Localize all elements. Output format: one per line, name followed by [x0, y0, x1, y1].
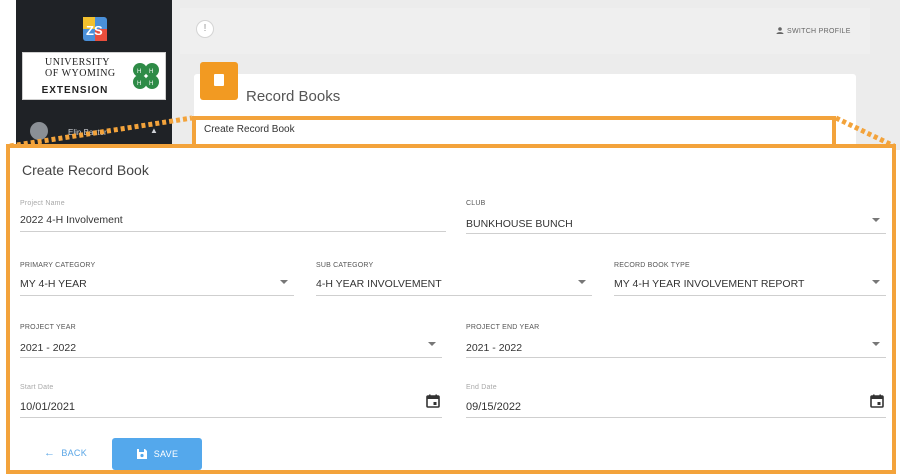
- club-label: CLUB: [466, 200, 486, 207]
- sidebar-user-name[interactable]: Elin Baxter: [68, 128, 107, 137]
- chevron-down-icon: [872, 280, 880, 284]
- primary-category-label: PRIMARY CATEGORY: [20, 262, 96, 269]
- extension-label: EXTENSION: [41, 85, 109, 96]
- start-date-underline: [20, 417, 442, 418]
- project-year-value: 2021 - 2022: [20, 342, 77, 354]
- project-name-underline: [20, 231, 446, 232]
- start-date-value: 10/01/2021: [20, 401, 76, 413]
- primary-category-underline: [20, 295, 294, 296]
- end-date-value: 09/15/2022: [466, 401, 522, 413]
- form-title: Create Record Book: [22, 162, 149, 178]
- chevron-down-icon: [872, 218, 880, 222]
- project-year-underline: [20, 357, 442, 358]
- university-line-2: OF WYOMING: [45, 68, 116, 79]
- sub-category-select[interactable]: SUB CATEGORY 4-H YEAR INVOLVEMENT: [316, 262, 592, 296]
- project-year-label: PROJECT YEAR: [20, 324, 76, 331]
- page-title: Record Books: [246, 88, 341, 105]
- project-end-year-underline: [466, 357, 886, 358]
- chevron-down-icon: [280, 280, 288, 284]
- record-book-type-underline: [614, 295, 886, 296]
- club-underline: [466, 233, 886, 234]
- primary-category-value: MY 4-H YEAR: [20, 278, 87, 290]
- sidebar: ZS UNIVERSITY OF WYOMING EXTENSION H H H…: [16, 0, 172, 150]
- back-button[interactable]: ← BACK: [44, 442, 87, 464]
- save-button[interactable]: SAVE: [112, 438, 202, 470]
- top-bar: [180, 8, 870, 54]
- book-icon-glyph: [214, 74, 224, 86]
- club-value: BUNKHOUSE BUNCH: [466, 218, 573, 230]
- record-book-type-value: MY 4-H YEAR INVOLVEMENT REPORT: [614, 278, 805, 290]
- end-date-underline: [466, 417, 886, 418]
- university-logo-text: UNIVERSITY OF WYOMING: [45, 57, 116, 79]
- save-icon: [136, 449, 147, 459]
- zs-logo-icon: ZS: [83, 17, 107, 41]
- project-end-year-select[interactable]: PROJECT END YEAR 2021 - 2022: [466, 324, 886, 358]
- avatar[interactable]: [30, 122, 48, 140]
- svg-text:H: H: [137, 81, 141, 87]
- record-book-type-label: RECORD BOOK TYPE: [614, 262, 690, 269]
- end-date-label: End Date: [466, 384, 497, 391]
- record-book-type-select[interactable]: RECORD BOOK TYPE MY 4-H YEAR INVOLVEMENT…: [614, 262, 886, 296]
- primary-category-select[interactable]: PRIMARY CATEGORY MY 4-H YEAR: [20, 262, 294, 296]
- end-date-field[interactable]: End Date 09/15/2022: [466, 384, 886, 418]
- project-end-year-label: PROJECT END YEAR: [466, 324, 540, 331]
- sub-category-label: SUB CATEGORY: [316, 262, 374, 269]
- alert-icon[interactable]: !: [196, 20, 214, 38]
- chevron-down-icon: [578, 280, 586, 284]
- project-name-field[interactable]: Project Name 2022 4-H Involvement: [20, 200, 446, 232]
- create-record-book-heading-small: Create Record Book: [204, 124, 295, 135]
- university-logo: UNIVERSITY OF WYOMING EXTENSION H H H H: [22, 52, 166, 100]
- calendar-icon[interactable]: [426, 394, 440, 408]
- project-name-value: 2022 4-H Involvement: [20, 214, 123, 226]
- club-select[interactable]: CLUB BUNKHOUSE BUNCH: [466, 200, 886, 234]
- university-line-1: UNIVERSITY: [45, 57, 110, 68]
- sub-category-underline: [316, 295, 592, 296]
- switch-profile-button[interactable]: SWITCH PROFILE: [776, 27, 851, 35]
- svg-text:H: H: [137, 69, 141, 75]
- chevron-up-icon[interactable]: ▲: [150, 126, 158, 135]
- switch-profile-label: SWITCH PROFILE: [787, 28, 851, 35]
- svg-text:ZS: ZS: [86, 23, 103, 38]
- svg-text:H: H: [149, 69, 153, 75]
- sub-category-value: 4-H YEAR INVOLVEMENT: [316, 278, 442, 290]
- start-date-field[interactable]: Start Date 10/01/2021: [20, 384, 442, 418]
- back-button-label: BACK: [61, 448, 88, 458]
- project-end-year-value: 2021 - 2022: [466, 342, 523, 354]
- svg-text:H: H: [149, 81, 153, 87]
- calendar-icon[interactable]: [870, 394, 884, 408]
- save-button-label: SAVE: [153, 449, 179, 459]
- project-name-label: Project Name: [20, 200, 65, 207]
- create-record-book-panel: Create Record Book Project Name 2022 4-H…: [6, 144, 896, 474]
- book-icon: [200, 62, 238, 100]
- chevron-down-icon: [872, 342, 880, 346]
- screenshot-stage: ZS UNIVERSITY OF WYOMING EXTENSION H H H…: [0, 0, 900, 476]
- arrow-left-icon: ←: [44, 447, 56, 459]
- chevron-down-icon: [428, 342, 436, 346]
- clover-icon: H H H H: [129, 59, 163, 93]
- start-date-label: Start Date: [20, 384, 54, 391]
- project-year-select[interactable]: PROJECT YEAR 2021 - 2022: [20, 324, 442, 358]
- person-icon: [776, 27, 784, 34]
